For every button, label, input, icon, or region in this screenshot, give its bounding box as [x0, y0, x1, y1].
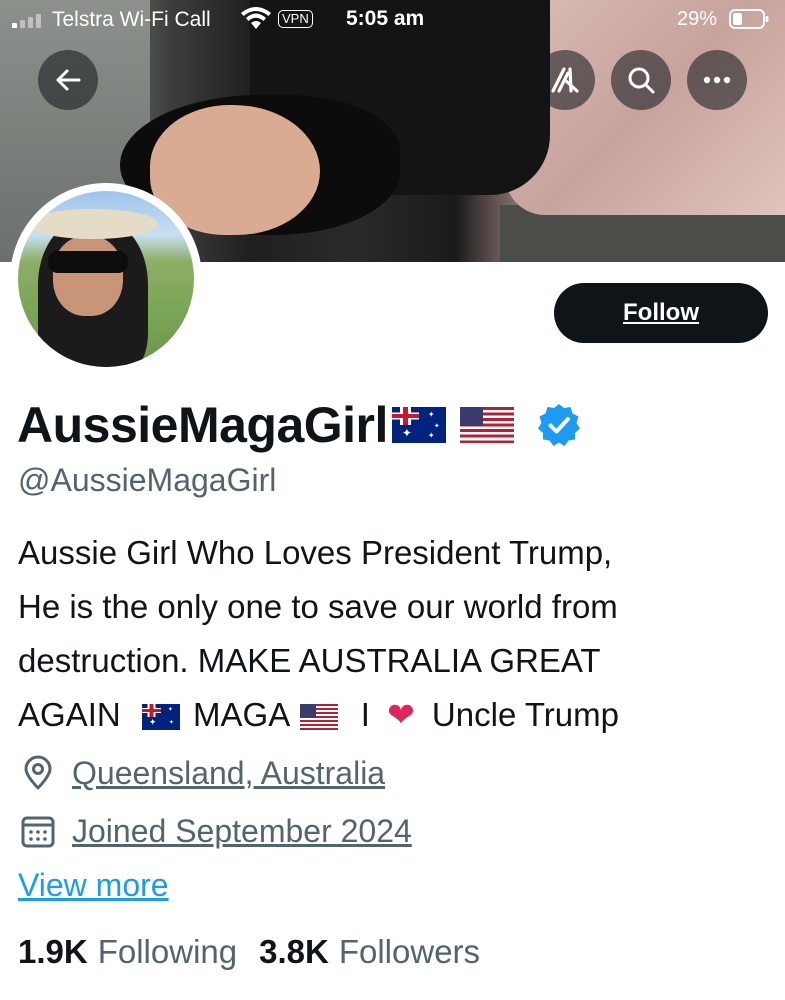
- follow-stats: 1.9K Following 3.8K Followers: [18, 933, 480, 971]
- followers-label: Followers: [338, 933, 481, 970]
- search-icon: [628, 67, 655, 94]
- bio-line: He is the only one to save our world fro…: [18, 588, 618, 625]
- back-button[interactable]: [38, 50, 98, 110]
- bio-text: AGAIN: [18, 696, 121, 733]
- battery-icon: [729, 9, 769, 29]
- user-handle: @AussieMagaGirl: [18, 462, 277, 498]
- battery-percent: 29%: [677, 8, 718, 30]
- usa-flag-icon: [459, 407, 514, 443]
- followers-count: 3.8K: [259, 933, 329, 970]
- avatar[interactable]: [10, 183, 202, 375]
- location-pin-icon: [24, 755, 52, 790]
- australia-flag-icon: ✦ ✦ ✦: [141, 704, 180, 731]
- usa-flag-icon: [299, 704, 338, 731]
- avatar-image: [18, 191, 194, 367]
- wifi-icon: [241, 7, 271, 29]
- more-button[interactable]: [687, 50, 747, 110]
- location-row[interactable]: Queensland, Australia: [20, 753, 385, 793]
- verified-badge-icon: [537, 404, 580, 446]
- more-icon: [703, 76, 731, 84]
- bio-text: Uncle Trump: [431, 696, 619, 733]
- signal-icon: [12, 12, 41, 28]
- following-count: 1.9K: [18, 933, 88, 970]
- grok-icon: [551, 67, 579, 93]
- australia-flag-icon: ✦ ✦ ✦ ✦: [391, 407, 446, 443]
- following-stat[interactable]: 1.9K Following: [18, 933, 237, 971]
- vpn-badge: VPN: [278, 10, 313, 28]
- display-name-row: AussieMagaGirl ✦ ✦ ✦ ✦: [17, 394, 582, 456]
- bio-line: destruction. MAKE AUSTRALIA GREAT: [18, 642, 601, 679]
- heart-icon: ❤: [387, 696, 415, 733]
- joined-row: Joined September 2024: [20, 811, 412, 851]
- clock: 5:05 am: [346, 7, 425, 30]
- location-text[interactable]: Queensland, Australia: [72, 755, 385, 792]
- status-bar: Telstra Wi-Fi Call VPN 5:05 am 29%: [0, 0, 785, 40]
- grok-button[interactable]: [535, 50, 595, 110]
- joined-date: Joined September 2024: [72, 812, 412, 849]
- carrier-label: Telstra Wi-Fi Call: [52, 8, 211, 31]
- followers-stat[interactable]: 3.8K Followers: [259, 933, 480, 971]
- calendar-icon: [21, 816, 55, 848]
- bio: Aussie Girl Who Loves President Trump, H…: [18, 526, 768, 742]
- search-button[interactable]: [611, 50, 671, 110]
- bio-line: Aussie Girl Who Loves President Trump,: [18, 534, 613, 571]
- display-name: AussieMagaGirl: [17, 397, 388, 453]
- follow-button[interactable]: Follow: [554, 283, 768, 343]
- back-arrow-icon: [56, 69, 81, 91]
- bio-line-last: AGAIN ✦ ✦ ✦ MAGA I ❤ Uncle Trump: [18, 688, 768, 742]
- bio-text: I: [360, 696, 370, 733]
- bio-text: MAGA: [193, 696, 289, 733]
- view-more-link[interactable]: View more: [18, 867, 169, 904]
- following-label: Following: [97, 933, 238, 970]
